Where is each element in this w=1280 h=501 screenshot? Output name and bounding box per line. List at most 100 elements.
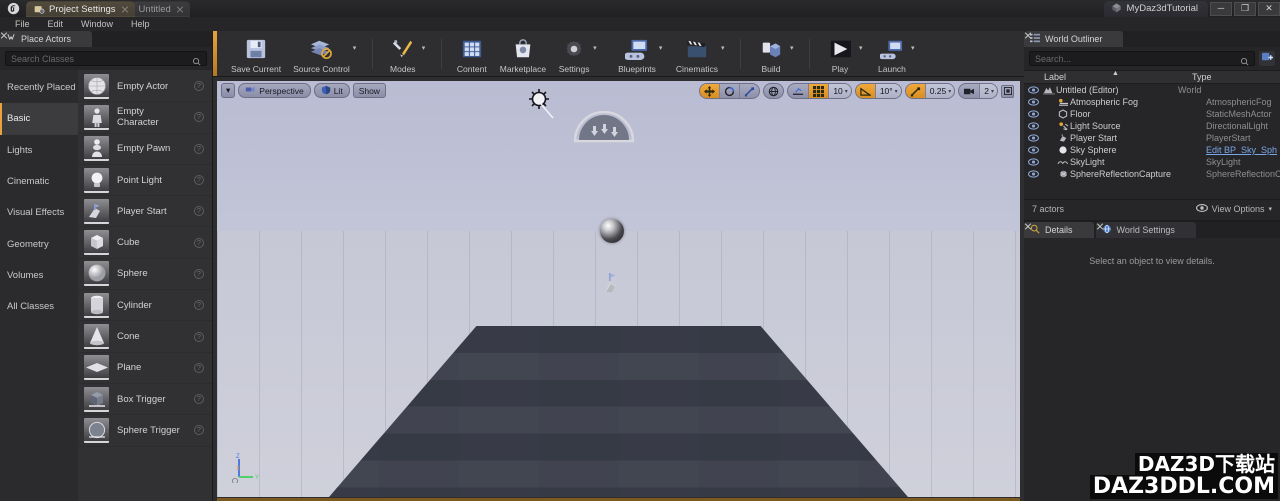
eye-icon[interactable] [1024,158,1042,166]
window-tab-untitled[interactable]: Untitled [130,1,190,17]
maximize-viewport-button[interactable] [1001,84,1014,98]
help-icon[interactable]: ? [194,143,204,154]
list-item[interactable]: Empty Character ? [78,102,212,134]
table-row[interactable]: Player Start PlayerStart [1024,132,1280,144]
list-item[interactable]: Sphere ? [78,259,212,291]
help-icon[interactable]: ? [194,425,204,436]
eye-icon[interactable] [1024,134,1042,142]
content-button[interactable]: Content [450,34,494,74]
table-row[interactable]: Sky Sphere Edit BP_Sky_Sph [1024,144,1280,156]
table-row[interactable]: Floor StaticMeshActor [1024,108,1280,120]
directional-light-gizmo[interactable] [525,87,559,132]
close-icon[interactable] [121,5,129,13]
window-tab-project-settings[interactable]: Project Settings [26,1,135,17]
help-icon[interactable]: ? [194,206,204,217]
help-icon[interactable]: ? [194,362,204,373]
list-item[interactable]: Sphere Trigger ? [78,415,212,447]
play-button[interactable]: Play [818,34,862,74]
close-button[interactable]: ✕ [1258,1,1280,16]
show-menu-button[interactable]: Show [352,83,386,98]
list-item[interactable]: Cube ? [78,227,212,259]
category-recently-placed[interactable]: Recently Placed [0,72,78,103]
lighting-mode-button[interactable]: Lit [313,83,350,98]
minimize-button[interactable]: ─ [1210,1,1232,16]
column-type[interactable]: Type [1192,72,1280,82]
list-item[interactable]: Cylinder ? [78,290,212,322]
table-row[interactable]: Atmospheric Fog AtmosphericFog [1024,96,1280,108]
category-basic[interactable]: Basic [0,103,78,135]
help-icon[interactable]: ? [194,300,204,311]
select-translate-tool[interactable] [700,84,721,98]
level-viewport[interactable]: Z Y X ▾ Perspective Lit Show 10 ▾ 10° ▾ … [213,77,1024,501]
category-volumes[interactable]: Volumes [0,260,78,291]
cinematics-button[interactable]: Cinematics [670,34,724,74]
marketplace-button[interactable]: Marketplace [494,34,552,74]
menu-edit[interactable]: Edit [39,17,73,31]
eye-icon[interactable] [1024,98,1042,106]
help-icon[interactable]: ? [194,175,204,186]
rotation-snap-toggle[interactable] [855,84,876,98]
list-item[interactable]: Empty Pawn ? [78,134,212,165]
modes-button[interactable]: Modes [381,34,425,74]
camera-speed-value[interactable]: 2 ▾ [980,84,997,98]
eye-icon[interactable] [1024,110,1042,118]
viewport-scene[interactable]: Z Y X [217,81,1020,497]
world-outliner-search-input[interactable]: Search... [1029,51,1255,66]
help-icon[interactable]: ? [194,394,204,405]
help-icon[interactable]: ? [194,237,204,248]
list-item[interactable]: Plane ? [78,353,212,384]
grid-snap-toggle[interactable] [809,84,830,98]
scale-snap-value[interactable]: 0.25 ▾ [925,84,955,98]
list-item[interactable]: Cone ? [78,321,212,353]
view-mode-button[interactable]: Perspective [238,83,311,98]
category-all-classes[interactable]: All Classes [0,291,78,322]
category-visual-effects[interactable]: Visual Effects [0,197,78,228]
view-options-button[interactable]: View Options ▾ [1195,204,1272,214]
surface-snap-toggle[interactable] [788,84,810,98]
eye-icon[interactable] [1024,122,1042,130]
tab-details[interactable]: Details [1024,222,1094,238]
camera-icon[interactable] [959,84,981,98]
tab-place-actors[interactable]: Place Actors [0,31,93,47]
atmospheric-fog-gizmo[interactable] [573,110,635,148]
search-classes-input[interactable]: Search Classes [5,51,207,66]
list-item[interactable]: Player Start ? [78,196,212,228]
launch-button[interactable]: Launch [870,34,914,74]
tab-world-outliner[interactable]: World Outliner [1024,31,1124,47]
category-geometry[interactable]: Geometry [0,228,78,259]
list-item[interactable]: Empty Actor ? [78,71,212,103]
table-row[interactable]: Light Source DirectionalLight [1024,120,1280,132]
build-button[interactable]: Build [749,34,793,74]
help-icon[interactable]: ? [194,268,204,279]
close-icon[interactable] [176,5,184,13]
table-row[interactable]: Untitled (Editor) World [1024,84,1280,96]
grid-snap-value[interactable]: 10 ▾ [829,84,851,98]
eye-icon[interactable] [1024,170,1042,178]
world-local-toggle[interactable] [764,84,783,98]
scale-tool[interactable] [740,84,759,98]
eye-icon[interactable] [1024,86,1042,94]
tab-world-settings[interactable]: World Settings [1095,222,1196,238]
category-cinematic[interactable]: Cinematic [0,166,78,197]
menu-window[interactable]: Window [72,17,122,31]
player-start-actor[interactable] [603,273,621,295]
save-current-button[interactable]: Save Current [225,34,287,74]
maximize-button[interactable]: ❐ [1234,1,1256,16]
help-icon[interactable]: ? [194,331,204,342]
help-icon[interactable]: ? [194,81,204,92]
rotation-snap-value[interactable]: 10° ▾ [875,84,901,98]
add-actor-button[interactable] [1259,51,1275,66]
settings-button[interactable]: Settings [552,34,596,74]
viewport-options-button[interactable]: ▾ [221,83,236,98]
list-item[interactable]: Point Light ? [78,165,212,197]
menu-file[interactable]: File [6,17,39,31]
project-tab[interactable]: MyDaz3dTutorial [1103,0,1208,17]
scale-snap-toggle[interactable] [905,84,926,98]
blueprints-button[interactable]: Blueprints [612,34,662,74]
sphere-reflection-capture[interactable] [600,219,624,243]
column-label[interactable]: Label ▲ [1024,70,1192,82]
table-row[interactable]: SkyLight SkyLight [1024,156,1280,168]
list-item[interactable]: Box Trigger ? [78,384,212,416]
source-control-button[interactable]: Source Control [287,34,356,74]
menu-help[interactable]: Help [122,17,159,31]
